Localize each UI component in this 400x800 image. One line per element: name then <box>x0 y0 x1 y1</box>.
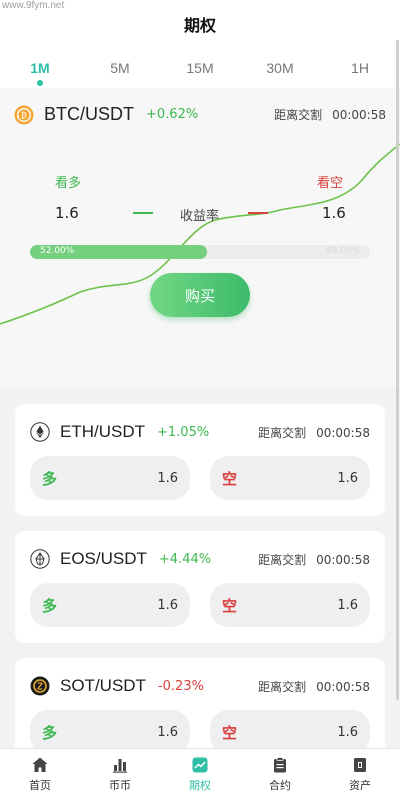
tab-30m[interactable]: 30M <box>240 60 320 76</box>
short-value: 1.6 <box>322 204 346 222</box>
countdown: 距离交割 00:00:58 <box>258 424 370 441</box>
pair-name: EOS/USDT <box>60 549 147 568</box>
tabbar-item-spot[interactable]: 币币 <box>80 749 160 800</box>
long-side-label: 多 <box>42 469 58 488</box>
tabbar-label: 资产 <box>349 779 371 792</box>
option-chart-icon <box>191 756 209 774</box>
short-side-label: 空 <box>222 469 238 488</box>
tab-15m[interactable]: 15M <box>160 60 240 76</box>
eos-icon <box>30 549 50 569</box>
trade-buttons: 多 1.6 空 1.6 <box>30 456 370 500</box>
countdown-time: 00:00:58 <box>332 108 386 122</box>
bar-chart-icon <box>111 756 129 774</box>
long-value: 1.6 <box>55 204 79 222</box>
tabbar-item-contract[interactable]: 合约 <box>240 749 320 800</box>
tabbar-item-options[interactable]: 期权 <box>160 749 240 800</box>
eth-icon <box>30 422 50 442</box>
countdown-time: 00:00:58 <box>316 425 370 440</box>
countdown-label: 距离交割 <box>258 679 307 694</box>
tab-label: 5M <box>110 60 130 76</box>
page-title: 期权 <box>183 16 216 35</box>
long-side-label: 多 <box>42 723 58 742</box>
price-change: -0.23% <box>157 678 204 694</box>
long-side-label: 多 <box>42 596 58 615</box>
tab-1h[interactable]: 1H <box>320 60 400 76</box>
tabbar-item-assets[interactable]: 资产 <box>320 749 400 800</box>
watermark: www.9fym.net <box>2 0 65 11</box>
svg-text:₿: ₿ <box>21 111 27 120</box>
short-side-label: 空 <box>222 723 238 742</box>
tabbar-label: 合约 <box>269 779 291 792</box>
countdown-label: 距离交割 <box>258 552 307 567</box>
tabbar-label: 期权 <box>189 779 211 792</box>
short-odds: 1.6 <box>337 724 358 740</box>
clipboard-icon <box>271 756 289 774</box>
countdown: 距离交割 00:00:58 <box>258 678 370 695</box>
short-odds: 1.6 <box>337 470 358 486</box>
btc-icon: ₿ <box>14 105 34 125</box>
long-odds: 1.6 <box>157 470 178 486</box>
long-label[interactable]: 看多 <box>55 172 81 191</box>
card-header: ETH/USDT +1.05% 距离交割 00:00:58 <box>30 422 370 442</box>
long-odds: 1.6 <box>157 597 178 613</box>
countdown-label: 距离交割 <box>274 108 323 122</box>
card-header: SOT/USDT -0.23% 距离交割 00:00:58 <box>30 676 370 696</box>
hero-header: ₿ BTC/USDT +0.62% 距离交割 00:00:58 <box>14 104 386 125</box>
tab-5m[interactable]: 5M <box>80 60 160 76</box>
pair-name: SOT/USDT <box>60 676 146 695</box>
tab-label: 1H <box>351 60 369 76</box>
price-change: +4.44% <box>158 551 212 567</box>
long-legend-mark <box>133 212 153 214</box>
long-button[interactable]: 多 1.6 <box>30 583 190 627</box>
price-change: +0.62% <box>146 107 199 122</box>
tabbar-item-home[interactable]: 首页 <box>0 749 80 800</box>
option-card-eos[interactable]: EOS/USDT +4.44% 距离交割 00:00:58 多 1.6 空 1.6 <box>15 531 385 643</box>
timeframe-tabs: 1M 5M 15M 30M 1H <box>0 48 400 88</box>
countdown: 距离交割 00:00:58 <box>258 551 370 568</box>
price-change: +1.05% <box>157 424 210 440</box>
pair-name: ETH/USDT <box>60 422 145 441</box>
tab-label: 1M <box>30 60 50 76</box>
wallet-icon <box>351 756 369 774</box>
scrollbar[interactable] <box>396 40 399 700</box>
long-odds: 1.6 <box>157 724 178 740</box>
buy-button[interactable]: 购买 <box>150 273 250 317</box>
price-trend-line <box>0 143 400 325</box>
card-header: EOS/USDT +4.44% 距离交割 00:00:58 <box>30 549 370 569</box>
long-button[interactable]: 多 1.6 <box>30 456 190 500</box>
long-percentage: 52.00% <box>40 246 75 256</box>
tab-label: 15M <box>186 60 214 76</box>
countdown-label: 距离交割 <box>258 425 307 440</box>
tab-label: 30M <box>266 60 294 76</box>
short-label[interactable]: 看空 <box>317 172 343 191</box>
option-card-eth[interactable]: ETH/USDT +1.05% 距离交割 00:00:58 多 1.6 空 1.6 <box>15 404 385 516</box>
sot-icon <box>30 676 50 696</box>
long-short-ratio-bar: 52.00% 48.00% <box>30 245 370 259</box>
short-button[interactable]: 空 1.6 <box>210 456 370 500</box>
countdown-time: 00:00:58 <box>316 679 370 694</box>
pair-name: BTC/USDT <box>44 104 134 124</box>
active-tab-dot <box>37 80 43 86</box>
featured-option-panel: ₿ BTC/USDT +0.62% 距离交割 00:00:58 看多 看空 1.6… <box>0 88 400 388</box>
short-button[interactable]: 空 1.6 <box>210 583 370 627</box>
bottom-tab-bar: 首页 币币 期权 合约 资产 <box>0 748 400 800</box>
short-odds: 1.6 <box>337 597 358 613</box>
short-side-label: 空 <box>222 596 238 615</box>
tabbar-label: 首页 <box>29 779 51 792</box>
short-legend-mark <box>248 212 268 214</box>
yield-label: 收益率 <box>180 209 220 224</box>
short-percentage: 48.00% <box>325 246 360 256</box>
trade-buttons: 多 1.6 空 1.6 <box>30 583 370 627</box>
home-icon <box>31 756 49 774</box>
countdown: 距离交割 00:00:58 <box>274 106 386 123</box>
countdown-time: 00:00:58 <box>316 552 370 567</box>
tabbar-label: 币币 <box>109 779 131 792</box>
tab-1m[interactable]: 1M <box>0 60 80 86</box>
